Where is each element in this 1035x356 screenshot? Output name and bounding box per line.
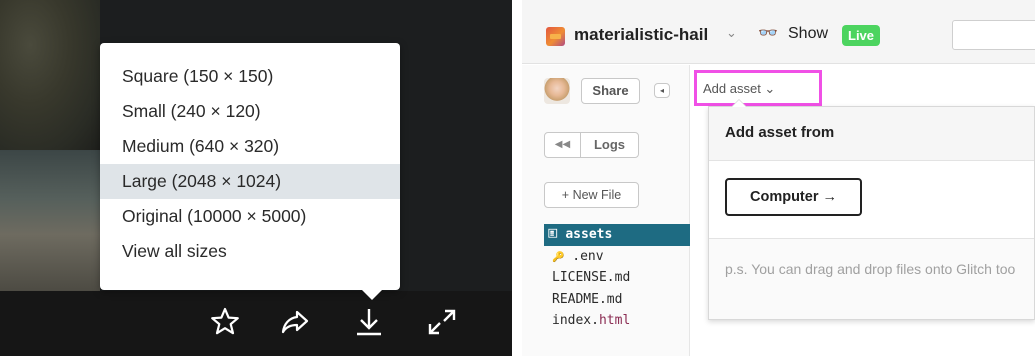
download-size-menu: Square (150 × 150) Small (240 × 120) Med… bbox=[100, 43, 400, 300]
file-tree-item[interactable]: 🔑 .env bbox=[544, 246, 690, 268]
share-button[interactable]: Share bbox=[581, 78, 640, 104]
file-tree-item[interactable]: LICENSE.md bbox=[544, 267, 690, 289]
download-size-medium[interactable]: Medium (640 × 320) bbox=[100, 129, 400, 164]
glasses-icon[interactable]: 👓 bbox=[758, 23, 778, 43]
download-size-original[interactable]: Original (10000 × 5000) bbox=[100, 199, 400, 234]
download-size-small[interactable]: Small (240 × 120) bbox=[100, 94, 400, 129]
sidebar: Share ◂ ◀◀ Logs + New File 🗉 assets 🔑 .e… bbox=[522, 65, 690, 356]
chevron-down-icon[interactable]: ⌄ bbox=[726, 25, 737, 41]
live-badge: Live bbox=[842, 25, 881, 46]
file-tree-item[interactable]: 🗉 assets bbox=[544, 224, 690, 246]
photo-trees bbox=[0, 0, 100, 150]
folder-icon: 🗉 bbox=[548, 227, 558, 242]
download-size-large[interactable]: Large (2048 × 1024) bbox=[100, 164, 400, 199]
add-asset-highlight: Add asset ⌄ bbox=[694, 70, 822, 106]
logs-button[interactable]: ◀◀ Logs bbox=[544, 132, 639, 158]
project-name[interactable]: materialistic-hail bbox=[574, 25, 708, 45]
file-tree-item[interactable]: README.md bbox=[544, 289, 690, 311]
download-size-square[interactable]: Square (150 × 150) bbox=[100, 59, 400, 94]
project-avatar[interactable] bbox=[546, 27, 565, 46]
logs-label: Logs bbox=[593, 137, 626, 152]
share-arrow-icon[interactable] bbox=[278, 305, 312, 339]
new-file-button[interactable]: + New File bbox=[544, 182, 639, 208]
project-header: materialistic-hail ⌄ 👓 Show Live bbox=[522, 0, 1035, 64]
add-asset-popover: Add asset from Computer → p.s. You can d… bbox=[708, 99, 1035, 320]
search-input[interactable] bbox=[952, 20, 1035, 50]
popover-note: p.s. You can drag and drop files onto Gl… bbox=[709, 239, 1034, 319]
show-button[interactable]: Show bbox=[788, 25, 828, 43]
rewind-icon[interactable]: ◀◀ bbox=[545, 133, 581, 157]
download-icon[interactable] bbox=[352, 305, 386, 339]
file-name: index. bbox=[552, 313, 599, 328]
expand-icon[interactable] bbox=[425, 305, 459, 339]
photo-viewer: Square (150 × 150) Small (240 × 120) Med… bbox=[0, 0, 512, 356]
file-extension: html bbox=[598, 313, 631, 328]
key-icon: 🔑 bbox=[552, 251, 565, 263]
upload-from-computer-button[interactable]: Computer → bbox=[725, 178, 862, 216]
popover-title: Add asset from bbox=[725, 124, 835, 141]
view-all-sizes-link[interactable]: View all sizes bbox=[100, 234, 400, 269]
file-name: assets bbox=[565, 227, 613, 242]
popover-header: Add asset from bbox=[709, 107, 1034, 161]
file-tree-item[interactable]: index.html bbox=[544, 310, 690, 332]
user-avatar[interactable] bbox=[544, 78, 570, 104]
add-asset-button[interactable]: Add asset ⌄ bbox=[703, 78, 813, 99]
file-name: .env bbox=[572, 248, 604, 264]
file-tree: 🗉 assets 🔑 .env LICENSE.md README.md ind… bbox=[544, 224, 690, 332]
collapse-sidebar-button[interactable]: ◂ bbox=[654, 83, 670, 98]
star-icon[interactable] bbox=[208, 305, 242, 339]
photo-water bbox=[0, 150, 100, 291]
glitch-editor: materialistic-hail ⌄ 👓 Show Live Share ◂… bbox=[522, 0, 1035, 356]
drag-drop-hint: p.s. You can drag and drop files onto Gl… bbox=[725, 261, 1016, 277]
